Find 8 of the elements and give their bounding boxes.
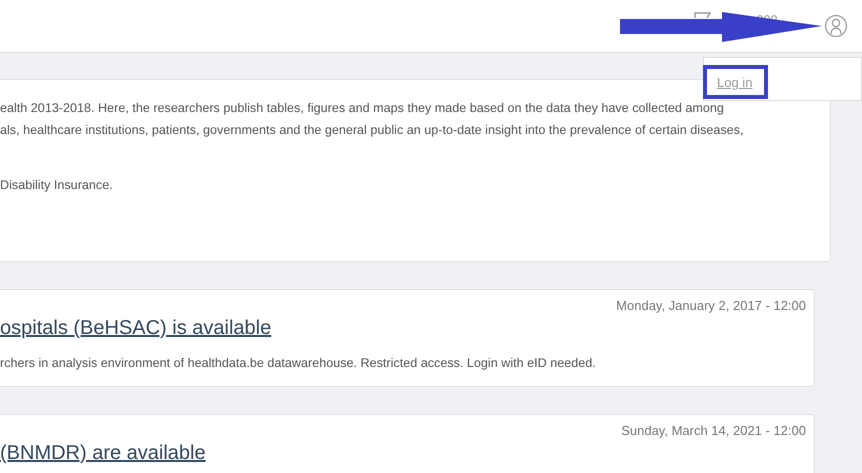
news-text: als, healthcare institutions, patients, governments and the general public an up-to-date insight into the prevalence of certain diseases, [0,122,744,139]
news-text: Disability Insurance. [0,177,114,194]
news-date: Sunday, March 14, 2021 - 12:00 [620,423,806,438]
news-title-link[interactable]: (BNMDR) are available [0,442,806,465]
news-text: rchers in analysis environment of healthdata.be datawarehouse. Restricted access. Login with eID needed. [0,355,597,372]
news-text: ealth 2013-2018. Here, the researchers publish tables, figures and maps they made based on the data they have collected among [0,100,725,117]
news-title-link[interactable]: ospitals (BeHSAC) is available [0,317,806,340]
news-date: Monday, January 2, 2017 - 12:00 [615,298,806,313]
